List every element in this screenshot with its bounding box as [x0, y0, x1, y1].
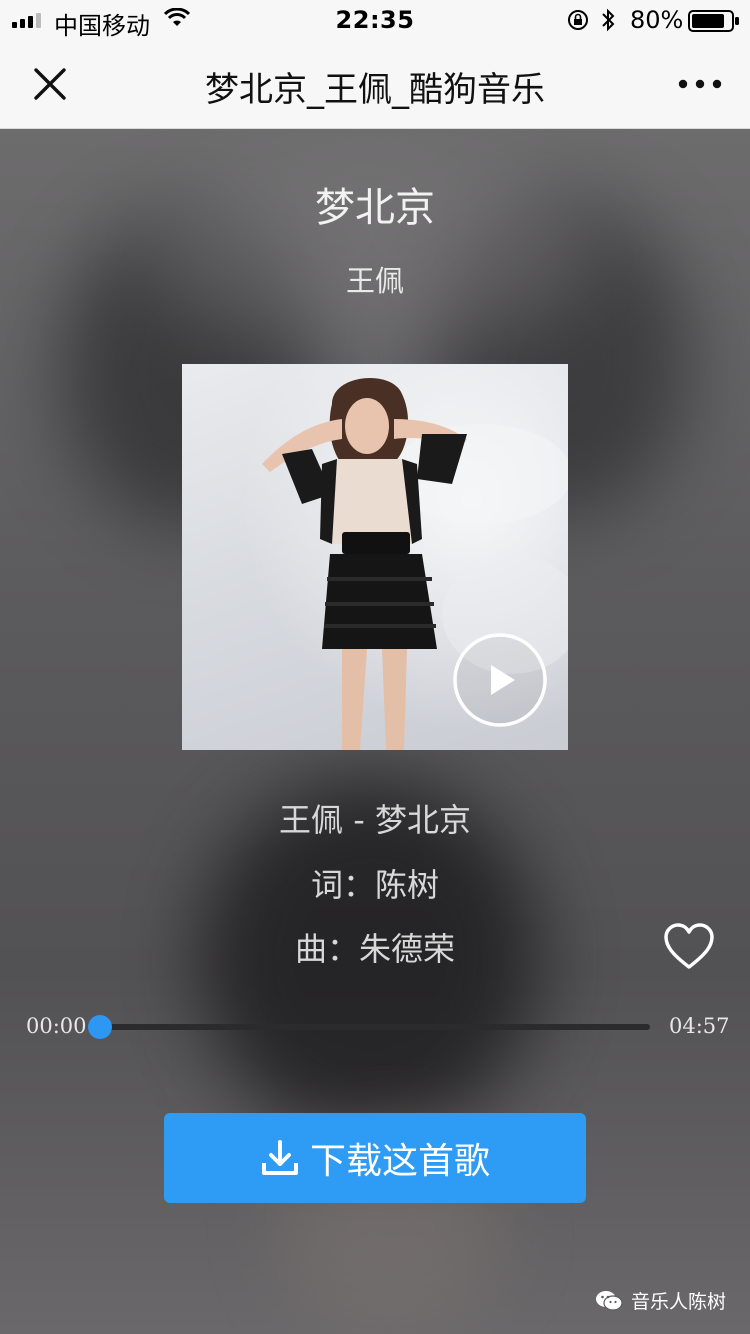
wechat-icon: [595, 1290, 623, 1311]
battery-icon: [688, 10, 739, 32]
lyric-line: 词：陈树: [310, 866, 439, 904]
current-time: 00:00: [26, 1014, 87, 1038]
page: 中国移动 22:35 80% 梦北京_王佩_酷狗音乐 梦北京 王佩 王佩 - 梦…: [0, 0, 750, 1334]
more-button[interactable]: [672, 64, 728, 104]
close-icon: [34, 68, 66, 100]
progress-bar[interactable]: [88, 1015, 650, 1039]
download-icon: [261, 1140, 298, 1175]
download-label: 下载这首歌: [309, 1141, 490, 1182]
play-icon: [453, 633, 547, 727]
page-title: 梦北京_王佩_酷狗音乐: [205, 70, 545, 110]
status-bar: 中国移动 22:35 80%: [0, 0, 750, 40]
lock-icon: [568, 10, 588, 30]
play-button[interactable]: [452, 632, 548, 728]
watermark: 音乐人陈树: [595, 1287, 726, 1314]
lyric-line: 王佩 - 梦北京: [279, 801, 471, 839]
download-button[interactable]: 下载这首歌: [164, 1113, 586, 1203]
more-icon: [678, 79, 722, 89]
song-title: 梦北京: [315, 185, 435, 231]
lyric-line: 曲：朱德荣: [294, 930, 455, 968]
progress-thumb[interactable]: [88, 1015, 112, 1039]
battery-percent: 80%: [630, 6, 684, 34]
song-artist: 王佩: [345, 264, 404, 298]
close-button[interactable]: [24, 58, 76, 110]
nav-bar: 梦北京_王佩_酷狗音乐: [0, 40, 750, 129]
heart-icon[interactable]: [662, 922, 716, 972]
total-time: 04:57: [669, 1014, 730, 1038]
bluetooth-icon: [602, 8, 615, 32]
watermark-label: 音乐人陈树: [630, 1291, 726, 1313]
